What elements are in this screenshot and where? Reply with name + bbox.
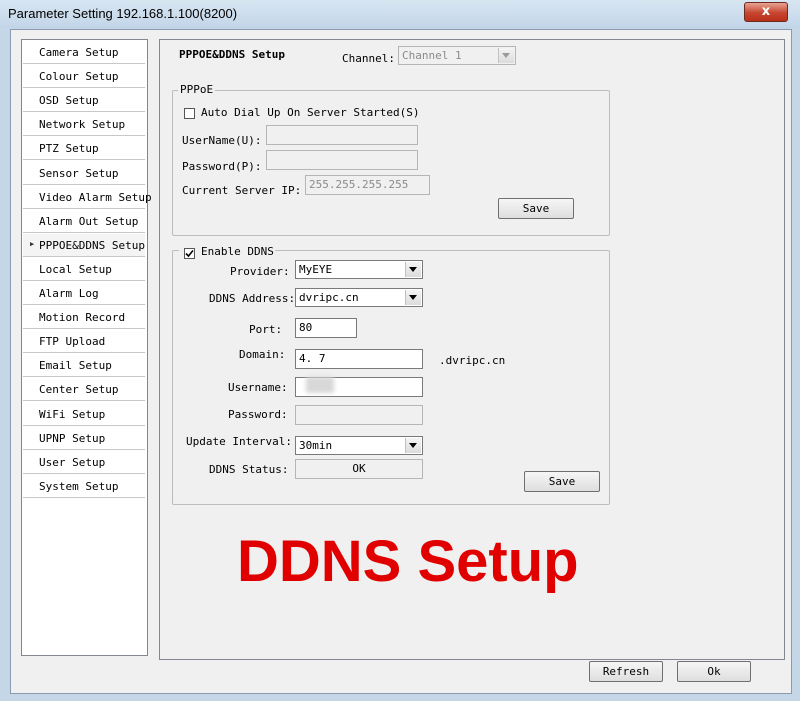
- ddns-username-label: Username:: [228, 381, 288, 394]
- sidebar-item[interactable]: Alarm Out Setup: [23, 209, 145, 233]
- chevron-down-icon: [498, 48, 514, 63]
- pppoe-username-label: UserName(U):: [182, 134, 262, 147]
- auto-dial-checkbox[interactable]: [184, 108, 195, 119]
- ddns-save-button[interactable]: Save: [524, 471, 600, 492]
- pppoe-password-field[interactable]: [266, 150, 418, 170]
- sidebar-item-label: Colour Setup: [39, 70, 119, 84]
- sidebar-item[interactable]: Network Setup: [23, 113, 145, 137]
- sidebar-item[interactable]: Motion Record: [23, 306, 145, 330]
- sidebar-item[interactable]: UPNP Setup: [23, 426, 145, 450]
- sidebar-item[interactable]: Local Setup: [23, 257, 145, 281]
- overlay-caption: DDNS Setup: [237, 529, 579, 594]
- domain-redaction: [306, 377, 334, 393]
- sidebar-item[interactable]: PTZ Setup: [23, 137, 145, 161]
- domain-label: Domain:: [239, 348, 286, 361]
- sidebar-item[interactable]: OSD Setup: [23, 89, 145, 113]
- enable-ddns-label: Enable DDNS: [201, 245, 274, 258]
- sidebar-item-label: OSD Setup: [39, 94, 99, 108]
- ddns-group: Enable DDNS Provider: MyEYE DDNS Address…: [172, 243, 610, 505]
- pppoe-password-label: Password(P):: [182, 160, 262, 173]
- channel-select[interactable]: Channel 1: [398, 46, 516, 65]
- sidebar-item[interactable]: ▶ PPPOE&DDNS Setup: [23, 233, 145, 257]
- title-bar: Parameter Setting 192.168.1.100(8200) x: [0, 0, 800, 28]
- sidebar-item-label: Video Alarm Setup: [39, 190, 152, 204]
- sidebar-item-label: Sensor Setup: [39, 166, 119, 180]
- ddns-password-label: Password:: [228, 408, 288, 421]
- sidebar-item-label: Network Setup: [39, 118, 126, 132]
- sidebar-item-label: Motion Record: [39, 311, 126, 325]
- sidebar-item-label: User Setup: [39, 455, 106, 469]
- sidebar-item[interactable]: Email Setup: [23, 354, 145, 378]
- port-label: Port:: [249, 323, 283, 336]
- sidebar-item-label: Local Setup: [39, 262, 112, 276]
- selected-arrow-icon: ▶: [30, 239, 35, 248]
- sidebar-item-label: UPNP Setup: [39, 431, 106, 445]
- channel-label: Channel:: [342, 52, 395, 65]
- pppoe-group: PPPoE Auto Dial Up On Server Started(S) …: [172, 83, 610, 236]
- sidebar-item-label: Camera Setup: [39, 46, 119, 59]
- sidebar-item[interactable]: FTP Upload: [23, 330, 145, 354]
- sidebar-item-label: WiFi Setup: [39, 407, 106, 421]
- ddns-address-select-value: dvripc.cn: [299, 291, 359, 304]
- chevron-down-icon: [405, 262, 421, 277]
- ddns-status-label: DDNS Status:: [209, 463, 289, 476]
- sidebar-item[interactable]: Sensor Setup: [23, 161, 145, 185]
- ddns-status-value: OK: [295, 459, 423, 479]
- sidebar-item-label: Alarm Out Setup: [39, 214, 139, 228]
- sidebar-item-label: Alarm Log: [39, 287, 99, 300]
- update-interval-value: 30min: [299, 439, 333, 452]
- chevron-down-icon: [405, 438, 421, 453]
- provider-select[interactable]: MyEYE: [295, 260, 423, 279]
- close-icon: x: [761, 4, 771, 19]
- dialog-client-area: Camera Setup Colour Setup OSD Setup Network…: [10, 29, 792, 694]
- sidebar-item-label: Email Setup: [39, 359, 112, 373]
- pppoe-username-field[interactable]: [266, 125, 418, 145]
- enable-ddns-checkbox[interactable]: [184, 248, 195, 259]
- chevron-down-icon: [405, 290, 421, 305]
- pppoe-group-title: PPPoE: [178, 83, 216, 96]
- domain-suffix: .dvripc.cn: [439, 354, 506, 367]
- sidebar-item-label: FTP Upload: [39, 335, 106, 349]
- check-icon: [185, 249, 194, 258]
- server-ip-field: 255.255.255.255: [305, 175, 430, 195]
- sidebar-item[interactable]: WiFi Setup: [23, 402, 145, 426]
- domain-field[interactable]: 4. 7: [295, 349, 423, 369]
- settings-panel: PPPOE&DDNS Setup Channel: Channel 1 PPPo…: [159, 39, 785, 660]
- panel-title: PPPOE&DDNS Setup: [179, 48, 285, 61]
- server-ip-label: Current Server IP:: [182, 184, 302, 197]
- sidebar-item[interactable]: User Setup: [23, 450, 145, 474]
- ok-button[interactable]: Ok: [677, 661, 751, 682]
- sidebar-item-label: Center Setup: [39, 383, 119, 397]
- auto-dial-label: Auto Dial Up On Server Started(S): [201, 106, 420, 119]
- window-title: Parameter Setting 192.168.1.100(8200): [8, 6, 238, 21]
- ddns-address-label: DDNS Address:: [209, 292, 296, 305]
- port-field[interactable]: 80: [295, 318, 357, 338]
- sidebar-item[interactable]: Colour Setup: [23, 65, 145, 89]
- sidebar-item-label: PPPOE&DDNS Setup: [39, 238, 145, 252]
- sidebar-item[interactable]: Center Setup: [23, 378, 145, 402]
- sidebar-item[interactable]: Alarm Log: [23, 282, 145, 305]
- sidebar-item[interactable]: System Setup: [23, 474, 145, 498]
- update-interval-label: Update Interval:: [186, 435, 292, 448]
- settings-nav-list: Camera Setup Colour Setup OSD Setup Network…: [21, 39, 152, 656]
- update-interval-select[interactable]: 30min: [295, 436, 423, 455]
- refresh-button[interactable]: Refresh: [589, 661, 663, 682]
- sidebar-item[interactable]: Camera Setup: [23, 41, 145, 64]
- sidebar-item-label: System Setup: [39, 479, 119, 493]
- ddns-address-select[interactable]: dvripc.cn: [295, 288, 423, 307]
- provider-select-value: MyEYE: [299, 263, 333, 276]
- pppoe-save-button[interactable]: Save: [498, 198, 574, 219]
- sidebar-item-label: PTZ Setup: [39, 142, 99, 156]
- close-button[interactable]: x: [744, 2, 788, 22]
- ddns-password-field[interactable]: [295, 405, 423, 425]
- channel-select-value: Channel 1: [402, 49, 462, 62]
- provider-label: Provider:: [230, 265, 290, 278]
- sidebar-item[interactable]: Video Alarm Setup: [23, 185, 152, 209]
